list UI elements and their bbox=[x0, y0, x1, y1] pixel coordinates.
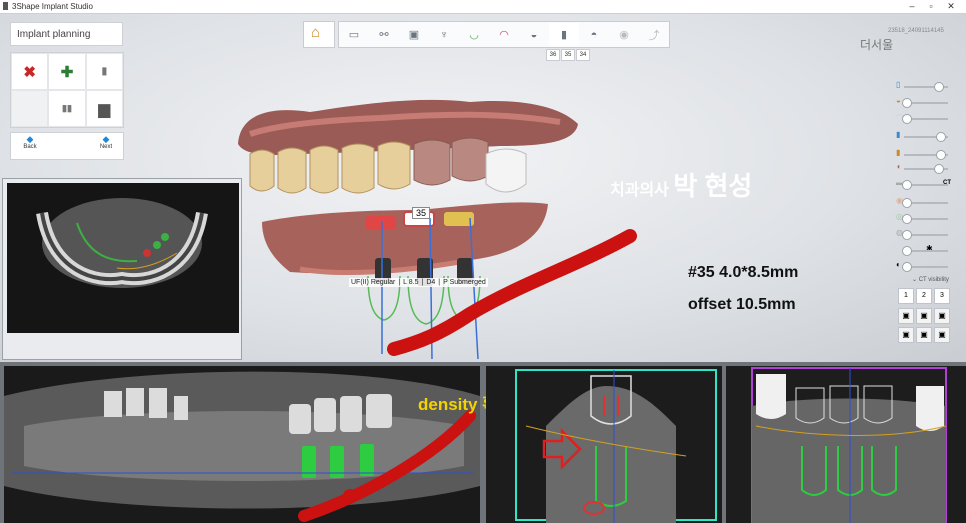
cross-section-image bbox=[486, 366, 722, 523]
close-icon[interactable]: ✕ bbox=[942, 1, 960, 12]
slider-skin[interactable]: ◉ bbox=[896, 196, 950, 208]
slider-crown[interactable]: ◖ bbox=[896, 162, 950, 174]
implant-number-tag[interactable]: 35 bbox=[412, 207, 431, 219]
view-bottom-icon[interactable]: ▣ bbox=[916, 327, 932, 343]
implant-label-strip: UF(II) Regular | L 8.5 | D4 | P Submerge… bbox=[349, 278, 488, 287]
minimize-icon[interactable]: – bbox=[903, 1, 921, 11]
scan-icon: ▯ bbox=[896, 80, 901, 89]
tooth-number-row: 36 35 34 bbox=[546, 49, 591, 61]
implant-label-length: L 8.5 bbox=[403, 279, 419, 286]
slider-bone[interactable]: ◎ bbox=[896, 212, 950, 224]
window-title: 3Shape Implant Studio bbox=[12, 2, 93, 11]
delete-implant-button[interactable]: ✖ bbox=[11, 53, 49, 90]
implant-label-diameter: D4 bbox=[426, 279, 436, 286]
ct-view-3-button[interactable]: 3 bbox=[934, 288, 950, 304]
empty-cell bbox=[11, 90, 49, 127]
slider-teeth[interactable]: ◠ bbox=[896, 112, 950, 124]
view-orientation-grid: ▣ ▣ ▣ ▣ ▣ ▣ bbox=[898, 308, 950, 343]
view-back-icon[interactable]: ▣ bbox=[934, 327, 950, 343]
tooth-35[interactable]: 35 bbox=[561, 49, 575, 61]
delete-x-icon: ✖ bbox=[23, 63, 36, 81]
tooth-34[interactable]: 34 bbox=[576, 49, 590, 61]
implant-icon: ▮ bbox=[101, 66, 108, 77]
slider-implant[interactable]: ▮ bbox=[896, 130, 950, 142]
app-icon bbox=[3, 2, 8, 10]
ct-label: CT bbox=[943, 180, 951, 186]
back-label: Back bbox=[23, 144, 37, 150]
abutment-button[interactable]: ▆ bbox=[85, 90, 123, 127]
panel-title: Implant planning bbox=[17, 29, 91, 40]
slider-scan[interactable]: ▯ bbox=[896, 80, 950, 92]
maximize-icon[interactable]: ▫ bbox=[922, 1, 940, 11]
step-arch-icon[interactable]: ◡ bbox=[459, 23, 489, 46]
dentist-name: 박 현성 bbox=[673, 171, 753, 201]
slider-upper[interactable]: ◒ bbox=[896, 96, 950, 108]
step-crown-icon[interactable]: ◒ bbox=[519, 23, 549, 46]
workflow-title-panel: Implant planning bbox=[10, 22, 123, 46]
ct-visibility-dropdown[interactable]: ⌄ CT visibility bbox=[912, 276, 949, 283]
slider-contrast[interactable]: ◐ bbox=[896, 260, 950, 272]
slider-nerve[interactable]: ◍ bbox=[896, 228, 950, 240]
step-segment-icon[interactable]: ⚯ bbox=[369, 23, 399, 46]
title-bar: 3Shape Implant Studio – ▫ ✕ bbox=[0, 0, 966, 14]
next-label: Next bbox=[99, 144, 113, 150]
implant-spec-label: #35 4.0*8.5mm bbox=[688, 264, 799, 281]
add-implant-button[interactable]: ✚ bbox=[48, 53, 86, 90]
view-front-icon[interactable]: ▣ bbox=[898, 308, 914, 324]
view-right-icon[interactable]: ▣ bbox=[934, 308, 950, 324]
back-button[interactable]: ◆ Back bbox=[15, 134, 45, 151]
step-export-icon[interactable]: ⤴ bbox=[639, 23, 669, 46]
workflow-step-bar: ▭ ⚯ ▣ ♆ ◡ ◠ ◒ ▮ ◓ ◉ ⤴ bbox=[338, 21, 670, 48]
step-drill-icon[interactable]: ◉ bbox=[609, 23, 639, 46]
tangential-image bbox=[726, 366, 966, 523]
dentist-label: 치과의사 bbox=[610, 182, 669, 199]
abutment-icon: ▆ bbox=[98, 100, 111, 118]
ct-view-buttons: 1 2 3 bbox=[898, 288, 952, 304]
home-button[interactable]: ⌂ bbox=[303, 21, 335, 48]
ct-axial-panel[interactable] bbox=[2, 178, 242, 360]
nav-box: ◆ Back ◆ Next bbox=[10, 132, 124, 160]
step-gum-icon[interactable]: ◠ bbox=[489, 23, 519, 46]
dentist-title: 치과의사 박 현성 bbox=[610, 166, 752, 203]
slider-abutment[interactable]: ▮ bbox=[896, 148, 950, 160]
brightness-icon: ✱ bbox=[926, 244, 933, 253]
implant-pair-icon: ▮▮ bbox=[62, 103, 72, 113]
implant-slider-icon: ▮ bbox=[896, 130, 901, 139]
implant-label-brand: UF(II) Regular bbox=[351, 279, 396, 286]
abutment-slider-icon: ▮ bbox=[896, 148, 901, 157]
implant-label-type: P Submerged bbox=[443, 279, 486, 286]
step-tooth-icon[interactable]: ♆ bbox=[429, 23, 459, 46]
view-left-icon[interactable]: ▣ bbox=[916, 308, 932, 324]
ct-view-1-button[interactable]: 1 bbox=[898, 288, 914, 304]
next-button[interactable]: ◆ Next bbox=[91, 134, 121, 151]
tooth-36[interactable]: 36 bbox=[546, 49, 560, 61]
step-scan-icon[interactable]: ▭ bbox=[339, 23, 369, 46]
step-implant-icon[interactable]: ▮ bbox=[549, 23, 579, 46]
next-arrow-icon: ◆ bbox=[102, 134, 110, 144]
step-guide-icon[interactable]: ◓ bbox=[579, 23, 609, 46]
slider-brightness[interactable]: ✱ bbox=[898, 244, 950, 256]
panoramic-view[interactable] bbox=[4, 366, 480, 523]
add-plus-icon: ✚ bbox=[60, 63, 74, 81]
tangential-view[interactable] bbox=[726, 366, 966, 523]
cross-section-view[interactable] bbox=[486, 366, 722, 523]
case-id: 23518_24091114145 bbox=[888, 28, 944, 34]
patient-name: 더서울 bbox=[860, 38, 894, 52]
crown-slider-icon: ◖ bbox=[896, 162, 901, 171]
implant-offset-label: offset 10.5mm bbox=[688, 296, 796, 313]
axial-slice-image bbox=[7, 183, 239, 333]
home-icon: ⌂ bbox=[311, 24, 321, 41]
back-arrow-icon: ◆ bbox=[26, 134, 34, 144]
view-top-icon[interactable]: ▣ bbox=[898, 327, 914, 343]
implant-button[interactable]: ▮ bbox=[85, 53, 123, 90]
ct-visibility-label: CT visibility bbox=[918, 277, 949, 283]
ct-view-2-button[interactable]: 2 bbox=[916, 288, 932, 304]
implant-pair-button[interactable]: ▮▮ bbox=[48, 90, 86, 127]
ct-axial-view[interactable] bbox=[7, 183, 239, 333]
tool-grid: ✖ ✚ ▮ ▮▮ ▆ bbox=[10, 52, 124, 128]
step-image-icon[interactable]: ▣ bbox=[399, 23, 429, 46]
panoramic-image bbox=[4, 366, 480, 523]
